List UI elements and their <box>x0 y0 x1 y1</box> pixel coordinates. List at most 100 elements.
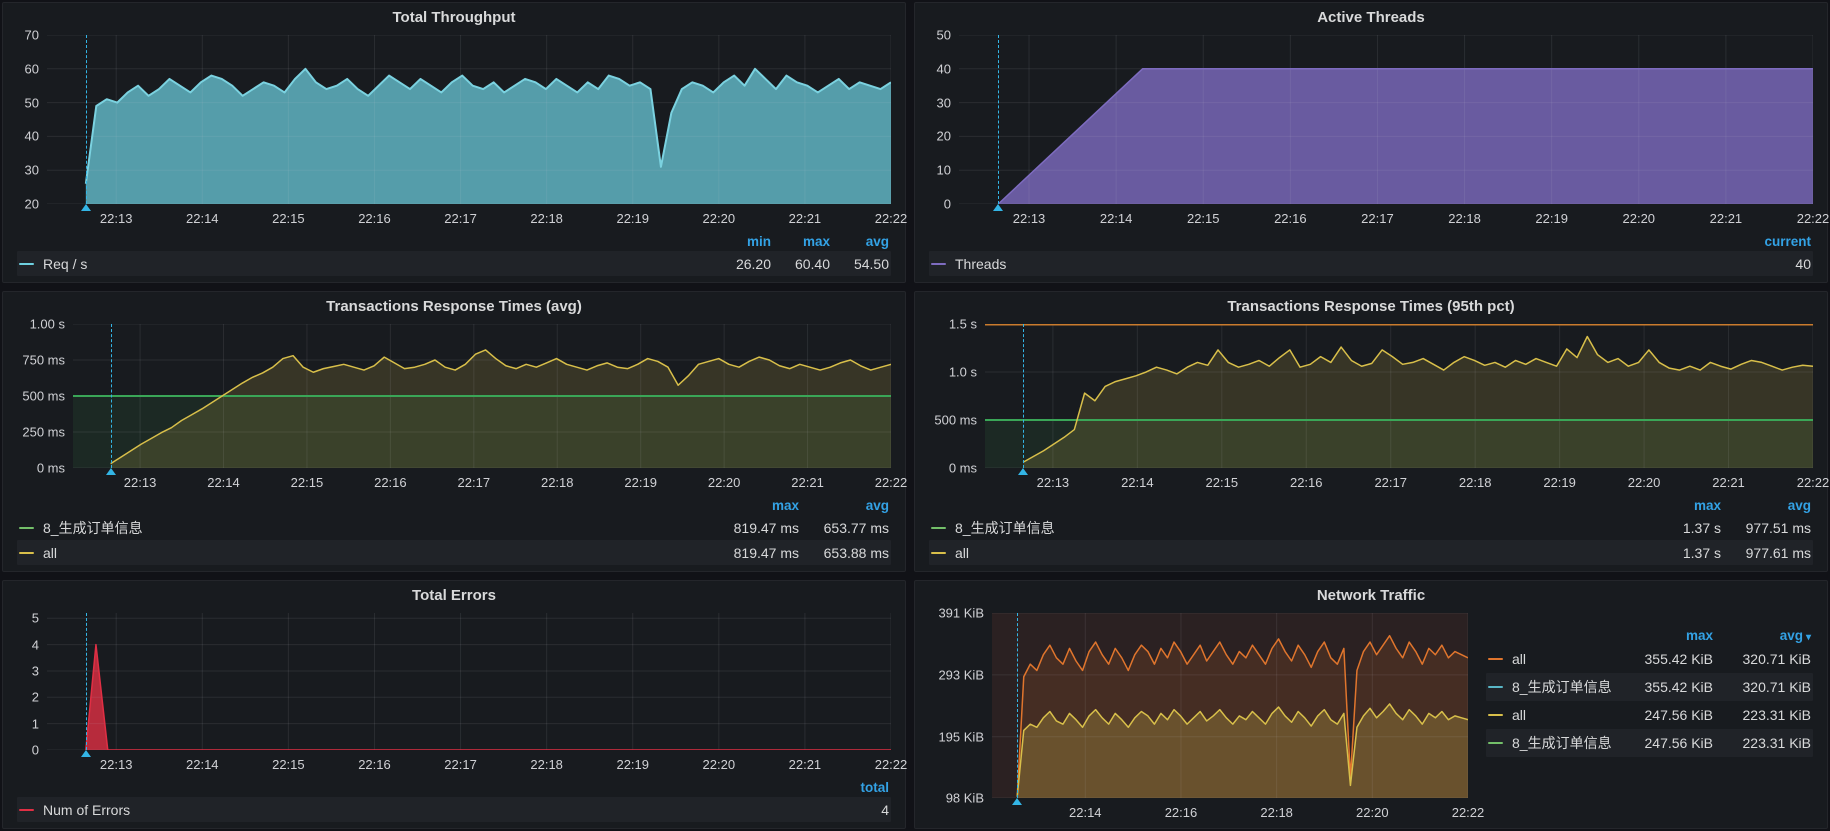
legend-series-row[interactable]: 8_生成订单信息819.47 ms653.77 ms <box>17 515 891 540</box>
x-axis-label: 22:18 <box>1459 475 1492 490</box>
annotation-marker-icon[interactable] <box>1012 798 1022 805</box>
legend-series-row[interactable]: all1.37 s977.61 ms <box>929 540 1813 565</box>
x-axis-label: 22:16 <box>374 475 407 490</box>
chart-zone: 0102030405022:1322:1422:1522:1622:1722:1… <box>925 35 1813 276</box>
legend-value: 223.31 KiB <box>1713 735 1811 751</box>
legend-value: 223.31 KiB <box>1713 707 1811 723</box>
y-axis-label: 5 <box>32 611 39 626</box>
legend-value: 320.71 KiB <box>1713 651 1811 667</box>
y-axis-label: 40 <box>25 129 39 144</box>
plot-area[interactable] <box>47 35 891 204</box>
y-axis-label: 0 <box>32 743 39 758</box>
legend-header-current[interactable]: current <box>1736 234 1811 249</box>
chart-area: 0 ms500 ms1.0 s1.5 s22:1322:1422:1522:16… <box>915 322 1827 571</box>
legend-value: 977.51 ms <box>1721 520 1811 536</box>
legend-series-row[interactable]: all355.42 KiB320.71 KiB <box>1486 645 1813 673</box>
chart-area: 98 KiB195 KiB293 KiB391 KiB22:1422:1622:… <box>915 611 1827 828</box>
plot-row: 0 ms250 ms500 ms750 ms1.00 s <box>13 324 891 468</box>
annotation-marker-icon[interactable] <box>993 204 1003 211</box>
legend-value: 40 <box>1736 256 1811 272</box>
chart-area: 0 ms250 ms500 ms750 ms1.00 s22:1322:1422… <box>3 322 905 571</box>
legend-series-row[interactable]: all247.56 KiB223.31 KiB <box>1486 701 1813 729</box>
x-axis-label: 22:20 <box>1628 475 1661 490</box>
legend-header-avg[interactable]: avg▾ <box>1713 628 1811 643</box>
series-color-dash-icon <box>1488 658 1503 660</box>
plot-area[interactable] <box>992 613 1468 798</box>
legend-series-row[interactable]: Num of Errors4 <box>17 797 891 822</box>
legend-header-max[interactable]: max <box>1615 628 1713 643</box>
plot-area[interactable] <box>73 324 891 468</box>
x-axis: 22:1322:1422:1522:1622:1722:1822:1922:20… <box>47 750 891 774</box>
y-axis-label: 50 <box>937 28 951 43</box>
legend-header-total[interactable]: total <box>830 780 889 795</box>
x-axis: 22:1322:1422:1522:1622:1722:1822:1922:20… <box>73 468 891 492</box>
y-axis: 203040506070 <box>13 35 47 204</box>
x-axis-label: 22:18 <box>541 475 574 490</box>
x-axis-label: 22:19 <box>616 757 649 772</box>
x-axis-label: 22:13 <box>100 211 133 226</box>
x-axis-label: 22:18 <box>1260 805 1293 820</box>
plot-area[interactable] <box>959 35 1813 204</box>
legend-series-label: all <box>955 545 969 561</box>
legend-header-max[interactable]: max <box>1631 498 1721 513</box>
plot-area[interactable] <box>985 324 1813 468</box>
chart-zone: 20304050607022:1322:1422:1522:1622:1722:… <box>13 35 891 276</box>
annotation-line <box>86 613 87 750</box>
panel-title[interactable]: Total Throughput <box>3 3 905 33</box>
legend: minmaxavgReq / s26.2060.4054.50 <box>13 228 891 276</box>
panel-title[interactable]: Network Traffic <box>915 581 1827 611</box>
y-axis-label: 40 <box>937 61 951 76</box>
legend-series-row[interactable]: all819.47 ms653.88 ms <box>17 540 891 565</box>
x-axis-label: 22:17 <box>444 211 477 226</box>
legend-series-row[interactable]: 8_生成订单信息247.56 KiB223.31 KiB <box>1486 729 1813 757</box>
legend-header-avg[interactable]: avg <box>830 234 889 249</box>
panel-title[interactable]: Transactions Response Times (95th pct) <box>915 292 1827 322</box>
x-axis-label: 22:16 <box>1274 211 1307 226</box>
legend-header-max[interactable]: max <box>771 234 830 249</box>
y-axis-label: 293 KiB <box>938 667 984 682</box>
legend-series-row[interactable]: 8_生成订单信息1.37 s977.51 ms <box>929 515 1813 540</box>
legend-series-label: all <box>1512 707 1526 723</box>
x-axis-label: 22:15 <box>1187 211 1220 226</box>
x-axis-label: 22:14 <box>1121 475 1154 490</box>
legend-value: 653.77 ms <box>799 520 889 536</box>
legend-value: 355.42 KiB <box>1615 651 1713 667</box>
legend-series-label: 8_生成订单信息 <box>1512 733 1612 753</box>
annotation-marker-icon[interactable] <box>81 204 91 211</box>
y-axis-label: 3 <box>32 663 39 678</box>
x-axis-label: 22:19 <box>624 475 657 490</box>
series-color-dash-icon <box>19 527 34 529</box>
y-axis-label: 30 <box>937 95 951 110</box>
legend-value: 4 <box>830 802 889 818</box>
legend-header-max[interactable]: max <box>709 498 799 513</box>
x-axis-label: 22:13 <box>1013 211 1046 226</box>
annotation-marker-icon[interactable] <box>81 750 91 757</box>
x-axis-label: 22:22 <box>1452 805 1485 820</box>
x-axis-label: 22:22 <box>875 211 908 226</box>
legend-value: 26.20 <box>712 256 771 272</box>
x-axis-label: 22:21 <box>791 475 824 490</box>
annotation-marker-icon[interactable] <box>1018 468 1028 475</box>
legend-series-row[interactable]: Threads40 <box>929 251 1813 276</box>
annotation-marker-icon[interactable] <box>106 468 116 475</box>
panel-title[interactable]: Transactions Response Times (avg) <box>3 292 905 322</box>
y-axis-label: 0 ms <box>37 461 65 476</box>
panel-title[interactable]: Active Threads <box>915 3 1827 33</box>
legend-header-min[interactable]: min <box>712 234 771 249</box>
chart-zone: 01234522:1322:1422:1522:1622:1722:1822:1… <box>13 613 891 822</box>
legend-header-avg[interactable]: avg <box>1721 498 1811 513</box>
x-axis-label: 22:20 <box>708 475 741 490</box>
x-axis-label: 22:17 <box>458 475 491 490</box>
plot-area[interactable] <box>47 613 891 750</box>
y-axis-label: 250 ms <box>22 425 65 440</box>
legend-series-label: Req / s <box>43 256 87 272</box>
panel-transactions-response-avg: Transactions Response Times (avg) 0 ms25… <box>2 291 906 572</box>
legend-series-row[interactable]: 8_生成订单信息355.42 KiB320.71 KiB <box>1486 673 1813 701</box>
y-axis-label: 750 ms <box>22 353 65 368</box>
legend-value: 54.50 <box>830 256 889 272</box>
legend-series-label: 8_生成订单信息 <box>43 518 143 538</box>
legend-header-avg[interactable]: avg <box>799 498 889 513</box>
legend-series-row[interactable]: Req / s26.2060.4054.50 <box>17 251 891 276</box>
panel-active-threads: Active Threads 0102030405022:1322:1422:1… <box>914 2 1828 283</box>
panel-title[interactable]: Total Errors <box>3 581 905 611</box>
